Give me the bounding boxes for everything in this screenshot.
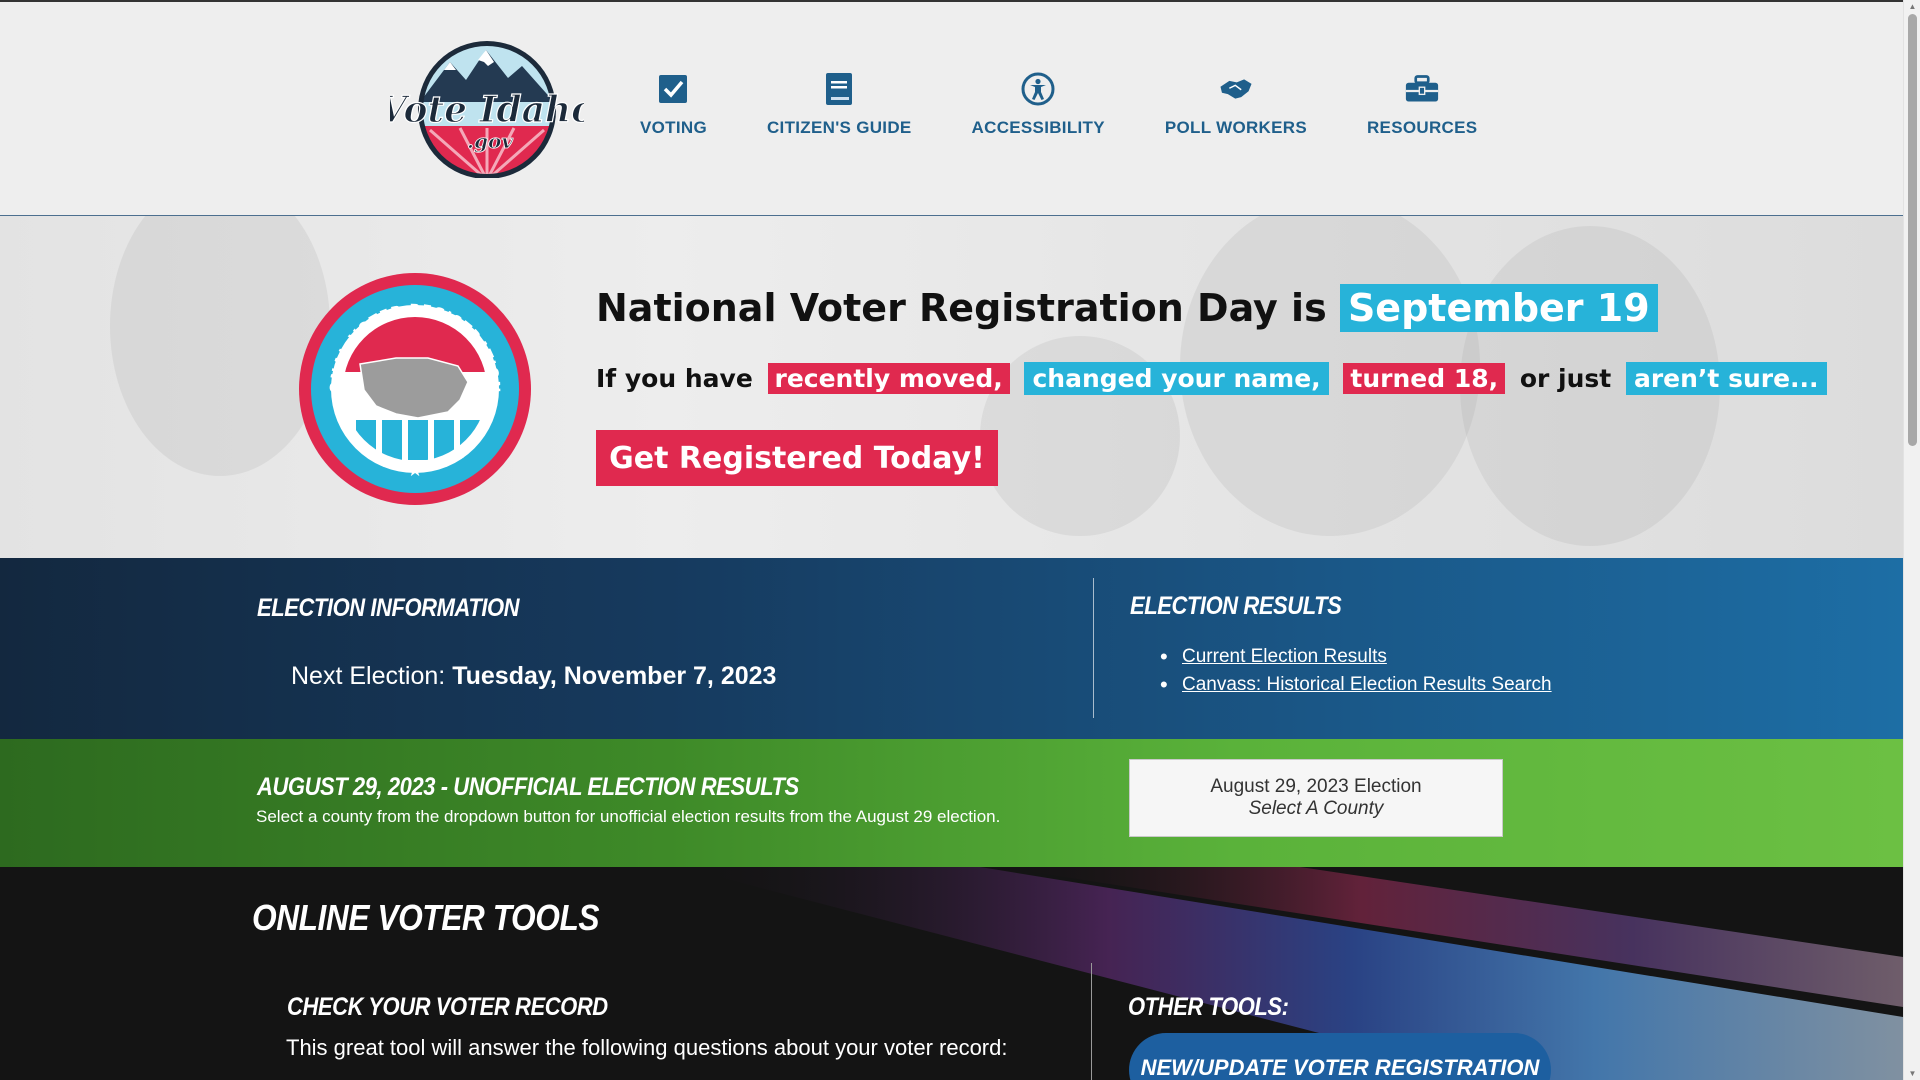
check-record-description: This great tool will answer the followin… (286, 1035, 1008, 1060)
county-select-title: August 29, 2023 Election (1210, 776, 1422, 797)
main-nav: VOTING CITIZEN'S GUIDE ACCESSIBILITY POL… (640, 72, 1537, 138)
divider (1093, 578, 1094, 718)
nav-accessibility-label: ACCESSIBILITY (971, 118, 1105, 137)
star-icon: ★ (478, 409, 492, 426)
scroll-up-icon[interactable]: ▲ (1908, 2, 1917, 11)
next-election: Next Election: Tuesday, November 7, 2023 (291, 662, 776, 691)
star-icon: ★ (454, 445, 467, 461)
list-item: Canvass: Historical Election Results Sea… (1160, 672, 1552, 698)
handshake-icon (1219, 72, 1253, 106)
canvass-search-link[interactable]: Canvass: Historical Election Results Sea… (1182, 674, 1552, 695)
current-results-link[interactable]: Current Election Results (1182, 646, 1387, 667)
hero-sub-join: or just (1519, 364, 1612, 393)
election-results-heading: ELECTION RESULTS (1130, 592, 1342, 620)
book-icon (822, 72, 856, 106)
hero-sub-turned18: turned 18, (1343, 363, 1506, 394)
toolbox-icon (1405, 72, 1439, 106)
nav-resources-label: RESOURCES (1366, 118, 1478, 137)
nav-citizens-guide[interactable]: CITIZEN'S GUIDE (767, 72, 912, 138)
list-item: Current Election Results (1160, 644, 1552, 670)
page: Vote Idaho .gov VOTING CITIZEN'S GUIDE (0, 0, 1903, 1080)
checkbox-icon (656, 72, 690, 106)
logo-domain: .gov (467, 129, 513, 153)
background-figure (110, 216, 330, 476)
star-icon: ★ (364, 445, 377, 461)
nav-poll-workers[interactable]: POLL WORKERS (1165, 72, 1307, 138)
scrollbar-thumb[interactable] (1908, 14, 1917, 446)
nav-voting-label: VOTING (640, 118, 707, 137)
divider (1091, 963, 1092, 1080)
next-election-date: Tuesday, November 7, 2023 (452, 662, 777, 690)
voter-registration-day-badge: NATIONAL VOTER REGISTRATION DAY ★ ★ ★ ★ … (291, 260, 532, 506)
election-results-list: Current Election Results Canvass: Histor… (1160, 644, 1552, 702)
site-header: Vote Idaho .gov VOTING CITIZEN'S GUIDE (0, 0, 1903, 216)
hero-sub-unsure: aren’t sure... (1625, 362, 1827, 395)
nav-poll-workers-label: POLL WORKERS (1164, 118, 1307, 137)
tools-heading: ONLINE VOTER TOOLS (252, 897, 600, 938)
county-select-dropdown[interactable]: August 29, 2023 Election Select A County (1129, 759, 1503, 837)
unofficial-results-description: Select a county from the dropdown button… (256, 807, 1001, 826)
nav-voting[interactable]: VOTING (640, 72, 707, 138)
online-voter-tools: ONLINE VOTER TOOLS CHECK YOUR VOTER RECO… (0, 867, 1903, 1080)
hero-title-text: National Voter Registration Day is (596, 286, 1327, 330)
hero-sub-name: changed your name, (1024, 362, 1329, 395)
nav-resources[interactable]: RESOURCES (1367, 72, 1477, 138)
hero-banner: NATIONAL VOTER REGISTRATION DAY ★ ★ ★ ★ … (0, 216, 1903, 558)
nav-accessibility[interactable]: ACCESSIBILITY (972, 72, 1105, 138)
star-icon: ★ (407, 460, 423, 480)
accessibility-icon (1021, 72, 1055, 106)
vote-idaho-logo[interactable]: Vote Idaho .gov (378, 40, 596, 179)
scrollbar[interactable]: ▲ ▼ (1903, 0, 1920, 1080)
hero-sub-moved: recently moved, (767, 363, 1010, 394)
nav-citizens-guide-label: CITIZEN'S GUIDE (766, 118, 912, 137)
hero-title-date: September 19 (1339, 284, 1658, 332)
hero-subtitle: If you have recently moved, changed your… (596, 362, 1833, 395)
new-update-registration-button[interactable]: NEW/UPDATE VOTER REGISTRATION (1129, 1033, 1551, 1080)
hero-sub-prefix: If you have (596, 364, 753, 393)
election-info-heading: ELECTION INFORMATION (257, 594, 520, 622)
other-tools-heading: OTHER TOOLS: (1128, 993, 1289, 1021)
next-election-label: Next Election: (291, 662, 446, 690)
logo-title: Vote Idaho (390, 89, 584, 131)
hero-title: National Voter Registration Day is Septe… (596, 284, 1658, 332)
check-record-heading: CHECK YOUR VOTER RECORD (287, 993, 608, 1021)
election-info-band: ELECTION INFORMATION Next Election: Tues… (0, 558, 1903, 739)
get-registered-button[interactable]: Get Registered Today! (596, 430, 998, 486)
county-select-placeholder: Select A County (1248, 798, 1384, 819)
unofficial-results-band: AUGUST 29, 2023 - UNOFFICIAL ELECTION RE… (0, 739, 1903, 867)
star-icon: ★ (338, 409, 352, 426)
unofficial-results-heading: AUGUST 29, 2023 - UNOFFICIAL ELECTION RE… (257, 773, 799, 801)
scroll-down-icon[interactable]: ▼ (1908, 1069, 1917, 1078)
